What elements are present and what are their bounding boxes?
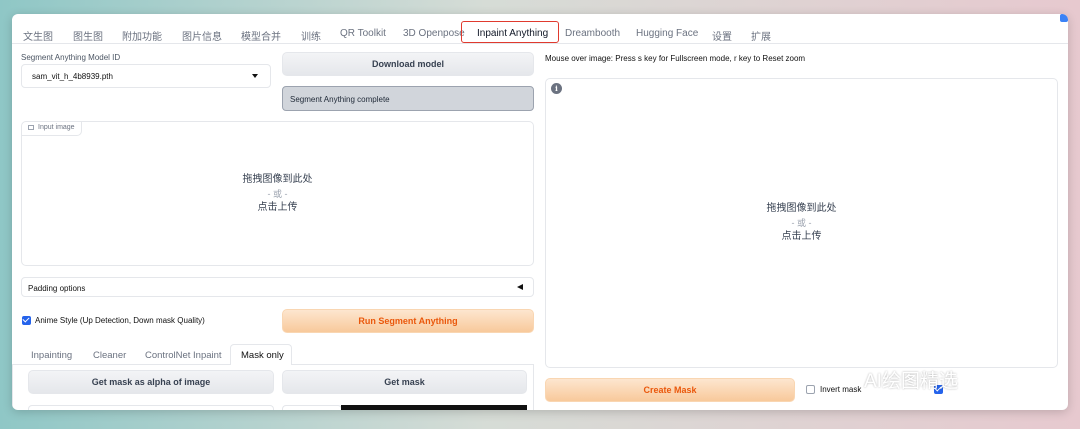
tab-settings[interactable]: 设置 bbox=[712, 28, 732, 43]
input-drop-text: 拖拽图像到此处 - 或 - 点击上传 bbox=[22, 173, 533, 215]
create-mask-button[interactable]: Create Mask bbox=[545, 378, 795, 402]
image-icon bbox=[28, 125, 34, 130]
tab-qr-toolkit[interactable]: QR Toolkit bbox=[340, 28, 386, 39]
corner-indicator bbox=[1060, 14, 1068, 22]
chat-bubble-icon bbox=[833, 368, 859, 387]
sam-image-dropzone[interactable]: 拖拽图像到此处 - 或 - 点击上传 bbox=[545, 78, 1058, 368]
model-id-label: Segment Anything Model ID bbox=[21, 53, 121, 62]
tab-checkpoint-merger[interactable]: 模型合并 bbox=[241, 28, 281, 43]
tab-3d-openpose[interactable]: 3D Openpose bbox=[403, 28, 465, 39]
invert-mask-checkbox[interactable] bbox=[806, 385, 815, 394]
sam-drop-text: 拖拽图像到此处 - 或 - 点击上传 bbox=[546, 202, 1057, 244]
drop-upload: 点击上传 bbox=[257, 202, 298, 213]
model-id-value: sam_vit_h_4b8939.pth bbox=[32, 72, 113, 81]
tab-extensions[interactable]: 扩展 bbox=[751, 28, 771, 43]
subtab-inpainting[interactable]: Inpainting bbox=[31, 350, 72, 361]
tab-hugging-face[interactable]: Hugging Face bbox=[636, 28, 698, 39]
drop-instruction: 拖拽图像到此处 bbox=[242, 174, 313, 185]
collapse-arrow-icon bbox=[517, 284, 523, 290]
drop-upload: 点击上传 bbox=[781, 231, 822, 242]
model-id-select[interactable]: sam_vit_h_4b8939.pth bbox=[21, 64, 271, 88]
tab-png-info[interactable]: 图片信息 bbox=[182, 28, 222, 43]
get-mask-button[interactable]: Get mask bbox=[282, 370, 527, 394]
drop-or: - 或 - bbox=[791, 218, 812, 228]
zoom-hint: Mouse over image: Press s key for Fullsc… bbox=[545, 54, 806, 63]
drop-instruction: 拖拽图像到此处 bbox=[766, 203, 837, 214]
get-mask-alpha-button[interactable]: Get mask as alpha of image bbox=[28, 370, 274, 394]
download-model-button[interactable]: Download model bbox=[282, 52, 534, 76]
mask-preview-panel-top bbox=[282, 405, 342, 410]
padding-options-label: Padding options bbox=[28, 284, 86, 293]
top-nav: 文生图 图生图 附加功能 图片信息 模型合并 训练 QR Toolkit 3D … bbox=[12, 14, 1068, 44]
drop-or: - 或 - bbox=[267, 189, 288, 199]
watermark-text: AI绘图精选 bbox=[864, 371, 958, 392]
tab-txt2img[interactable]: 文生图 bbox=[23, 28, 53, 43]
subtab-cleaner[interactable]: Cleaner bbox=[93, 350, 126, 361]
anime-style-checkbox[interactable] bbox=[22, 316, 31, 325]
run-segment-anything-button[interactable]: Run Segment Anything bbox=[282, 309, 534, 333]
input-image-dropzone[interactable]: Input image 拖拽图像到此处 - 或 - 点击上传 bbox=[21, 121, 534, 266]
input-image-label-text: Input image bbox=[38, 124, 75, 131]
tab-dreambooth[interactable]: Dreambooth bbox=[565, 28, 620, 39]
mask-preview-image bbox=[341, 405, 527, 410]
status-textbox: Segment Anything complete bbox=[282, 86, 534, 111]
info-icon[interactable]: i bbox=[551, 83, 562, 94]
subtab-mask-only[interactable]: Mask only bbox=[241, 350, 284, 361]
tab-img2img[interactable]: 图生图 bbox=[73, 28, 103, 43]
chevron-down-icon bbox=[252, 74, 258, 78]
padding-options-accordion[interactable]: Padding options bbox=[21, 277, 534, 297]
tab-train[interactable]: 训练 bbox=[301, 28, 321, 43]
anime-style-label: Anime Style (Up Detection, Down mask Qua… bbox=[35, 316, 205, 325]
active-tab-highlight bbox=[461, 21, 559, 43]
tab-extras[interactable]: 附加功能 bbox=[122, 28, 162, 43]
subtab-controlnet-inpaint[interactable]: ControlNet Inpaint bbox=[145, 350, 222, 361]
app-window: 文生图 图生图 附加功能 图片信息 模型合并 训练 QR Toolkit 3D … bbox=[12, 14, 1068, 410]
input-image-label: Input image bbox=[22, 122, 82, 136]
mask-image-panel-top bbox=[28, 405, 274, 410]
